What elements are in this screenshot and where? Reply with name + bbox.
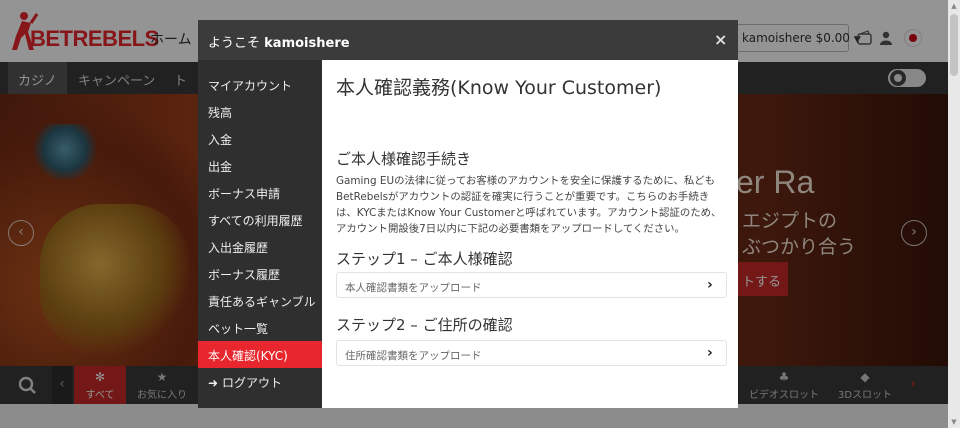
kyc-content-panel: 本人確認義務(Know Your Customer) ご本人様確認手続き Gam… — [322, 60, 738, 408]
scroll-down-icon[interactable]: ▼ — [948, 416, 960, 428]
menu-item-withdraw[interactable]: 出金 — [198, 152, 322, 179]
step2-upload-label: 住所確認書類をアップロード — [345, 350, 482, 362]
menu-item-logout[interactable]: ➜ ログアウト — [198, 368, 322, 395]
chevron-right-icon: › — [707, 345, 713, 361]
account-modal: ようこそ kamoishere × マイアカウント 残高 入金 出金 ボーナス申… — [198, 20, 738, 408]
kyc-description: Gaming EUの法律に従ってお客様のアカウントを安全に保護するために、私ども… — [336, 175, 722, 235]
menu-item-bonus-history[interactable]: ボーナス履歴 — [198, 260, 322, 287]
menu-item-my-account[interactable]: マイアカウント — [198, 71, 322, 98]
menu-item-responsible-gambling[interactable]: 責任あるギャンブル — [198, 287, 322, 314]
kyc-page-title: 本人確認義務(Know Your Customer) — [336, 77, 662, 99]
chevron-right-icon: › — [707, 277, 713, 293]
modal-header: ようこそ kamoishere × — [198, 20, 738, 60]
modal-title: ようこそ kamoishere — [208, 32, 350, 51]
menu-item-transaction-history[interactable]: 入出金履歴 — [198, 233, 322, 260]
menu-item-bet-list[interactable]: ベット一覧 — [198, 314, 322, 341]
close-icon[interactable]: × — [714, 30, 727, 49]
step2-title: ステップ2 – ご住所の確認 — [336, 316, 513, 334]
menu-item-bonus-claim[interactable]: ボーナス申請 — [198, 179, 322, 206]
logout-icon: ➜ — [208, 376, 219, 390]
logout-label: ログアウト — [222, 376, 283, 390]
step2-upload-row[interactable]: 住所確認書類をアップロード › — [336, 340, 727, 366]
step1-upload-label: 本人確認書類をアップロード — [345, 282, 482, 294]
scrollbar-thumb[interactable] — [950, 14, 958, 76]
menu-item-deposit[interactable]: 入金 — [198, 125, 322, 152]
username-label: kamoishere — [264, 36, 350, 51]
step1-upload-row[interactable]: 本人確認書類をアップロード › — [336, 272, 727, 298]
menu-item-kyc[interactable]: 本人確認(KYC) — [198, 341, 322, 368]
account-side-menu: マイアカウント 残高 入金 出金 ボーナス申請 すべての利用履歴 入出金履歴 ボ… — [198, 60, 322, 408]
kyc-section-title: ご本人様確認手続き — [336, 150, 472, 168]
welcome-label: ようこそ — [208, 36, 261, 51]
step1-title: ステップ1 – ご本人様確認 — [336, 250, 513, 268]
menu-item-all-history[interactable]: すべての利用履歴 — [198, 206, 322, 233]
page-scrollbar[interactable]: ▲ ▼ — [948, 0, 960, 428]
menu-item-balance[interactable]: 残高 — [198, 98, 322, 125]
scroll-up-icon[interactable]: ▲ — [948, 0, 960, 12]
